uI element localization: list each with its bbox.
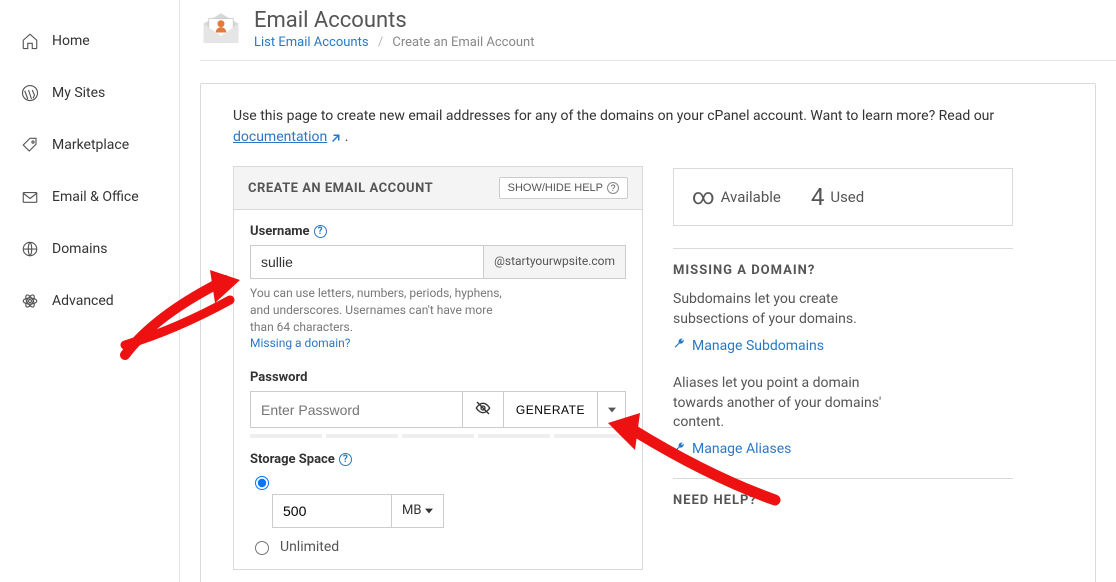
show-hide-help-button[interactable]: SHOW/HIDE HELP? xyxy=(499,177,628,199)
page-header: Email Accounts List Email Accounts / Cre… xyxy=(200,0,1116,61)
used-stat: 4 Used xyxy=(811,183,864,211)
password-input[interactable] xyxy=(250,391,463,428)
storage-fixed-radio[interactable] xyxy=(255,476,269,490)
page-title: Email Accounts xyxy=(254,8,535,33)
form-title: CREATE AN EMAIL ACCOUNT xyxy=(248,181,433,196)
documentation-link[interactable]: documentation xyxy=(233,129,327,145)
manage-aliases-link[interactable]: Manage Aliases xyxy=(673,441,1013,458)
missing-domain-link[interactable]: Missing a domain? xyxy=(250,336,350,350)
help-icon[interactable]: ? xyxy=(339,453,352,466)
content-panel: Use this page to create new email addres… xyxy=(200,83,1096,582)
sidebar-item-mysites[interactable]: My Sites xyxy=(0,67,179,119)
globe-icon xyxy=(20,239,40,259)
tag-icon xyxy=(20,135,40,155)
email-accounts-icon xyxy=(200,8,242,50)
sidebar: Home My Sites Marketplace Email & Office… xyxy=(0,0,180,582)
generate-password-button[interactable]: GENERATE xyxy=(504,391,598,428)
sidebar-item-label: Advanced xyxy=(52,293,114,309)
sidebar-item-label: Marketplace xyxy=(52,137,129,153)
form-header: CREATE AN EMAIL ACCOUNT SHOW/HIDE HELP? xyxy=(234,167,642,210)
manage-subdomains-link[interactable]: Manage Subdomains xyxy=(673,337,1013,354)
question-icon: ? xyxy=(607,182,619,194)
password-label: Password xyxy=(250,370,626,385)
storage-value-input[interactable] xyxy=(272,494,392,528)
subdomains-text: Subdomains let you create subsections of… xyxy=(673,290,893,329)
account-stats: ∞ Available 4 Used xyxy=(673,168,1013,226)
sidebar-item-label: My Sites xyxy=(52,85,105,101)
breadcrumb-link[interactable]: List Email Accounts xyxy=(254,35,369,50)
storage-unlimited-radio[interactable] xyxy=(255,541,269,555)
domain-suffix[interactable]: @startyourwpsite.com xyxy=(484,245,626,279)
breadcrumb-sep: / xyxy=(378,35,383,50)
unlimited-label: Unlimited xyxy=(280,539,339,555)
eye-off-icon xyxy=(475,400,491,419)
need-help-heading: NEED HELP? xyxy=(673,478,1013,508)
infinity-icon: ∞ xyxy=(692,185,715,210)
sidebar-item-home[interactable]: Home xyxy=(0,15,179,67)
aliases-text: Aliases let you point a domain towards a… xyxy=(673,374,893,433)
storage-unit-select[interactable]: MB xyxy=(392,494,444,528)
generate-dropdown-button[interactable] xyxy=(598,391,626,428)
missing-domain-heading: MISSING A DOMAIN? xyxy=(673,248,1013,278)
sidebar-item-label: Domains xyxy=(52,241,107,257)
main-content: Email Accounts List Email Accounts / Cre… xyxy=(180,0,1116,582)
available-stat: ∞ Available xyxy=(692,185,781,210)
breadcrumb: List Email Accounts / Create an Email Ac… xyxy=(254,35,535,50)
sidebar-item-label: Email & Office xyxy=(52,189,139,205)
sidebar-item-advanced[interactable]: Advanced xyxy=(0,275,179,327)
wordpress-icon xyxy=(20,83,40,103)
intro-text: Use this page to create new email addres… xyxy=(233,106,1063,148)
sidebar-item-marketplace[interactable]: Marketplace xyxy=(0,119,179,171)
sidebar-item-label: Home xyxy=(52,33,90,49)
username-help-text: You can use letters, numbers, periods, h… xyxy=(250,285,510,352)
help-icon[interactable]: ? xyxy=(314,225,327,238)
password-strength-meter xyxy=(250,434,626,438)
home-icon xyxy=(20,31,40,51)
sidebar-item-email[interactable]: Email & Office xyxy=(0,171,179,223)
create-account-form: CREATE AN EMAIL ACCOUNT SHOW/HIDE HELP? … xyxy=(233,166,643,570)
toggle-password-visibility-button[interactable] xyxy=(463,391,504,428)
envelope-icon xyxy=(20,187,40,207)
username-input[interactable] xyxy=(250,245,484,279)
external-link-icon xyxy=(329,131,341,143)
caret-down-icon xyxy=(608,403,616,417)
storage-label: Storage Space ? xyxy=(250,452,626,467)
atom-icon xyxy=(20,291,40,311)
breadcrumb-current: Create an Email Account xyxy=(392,35,534,50)
wrench-icon xyxy=(673,441,686,458)
wrench-icon xyxy=(673,337,686,354)
side-column: ∞ Available 4 Used MISSING A DOMAIN? Sub… xyxy=(673,166,1013,520)
sidebar-item-domains[interactable]: Domains xyxy=(0,223,179,275)
username-label: Username ? xyxy=(250,224,626,239)
